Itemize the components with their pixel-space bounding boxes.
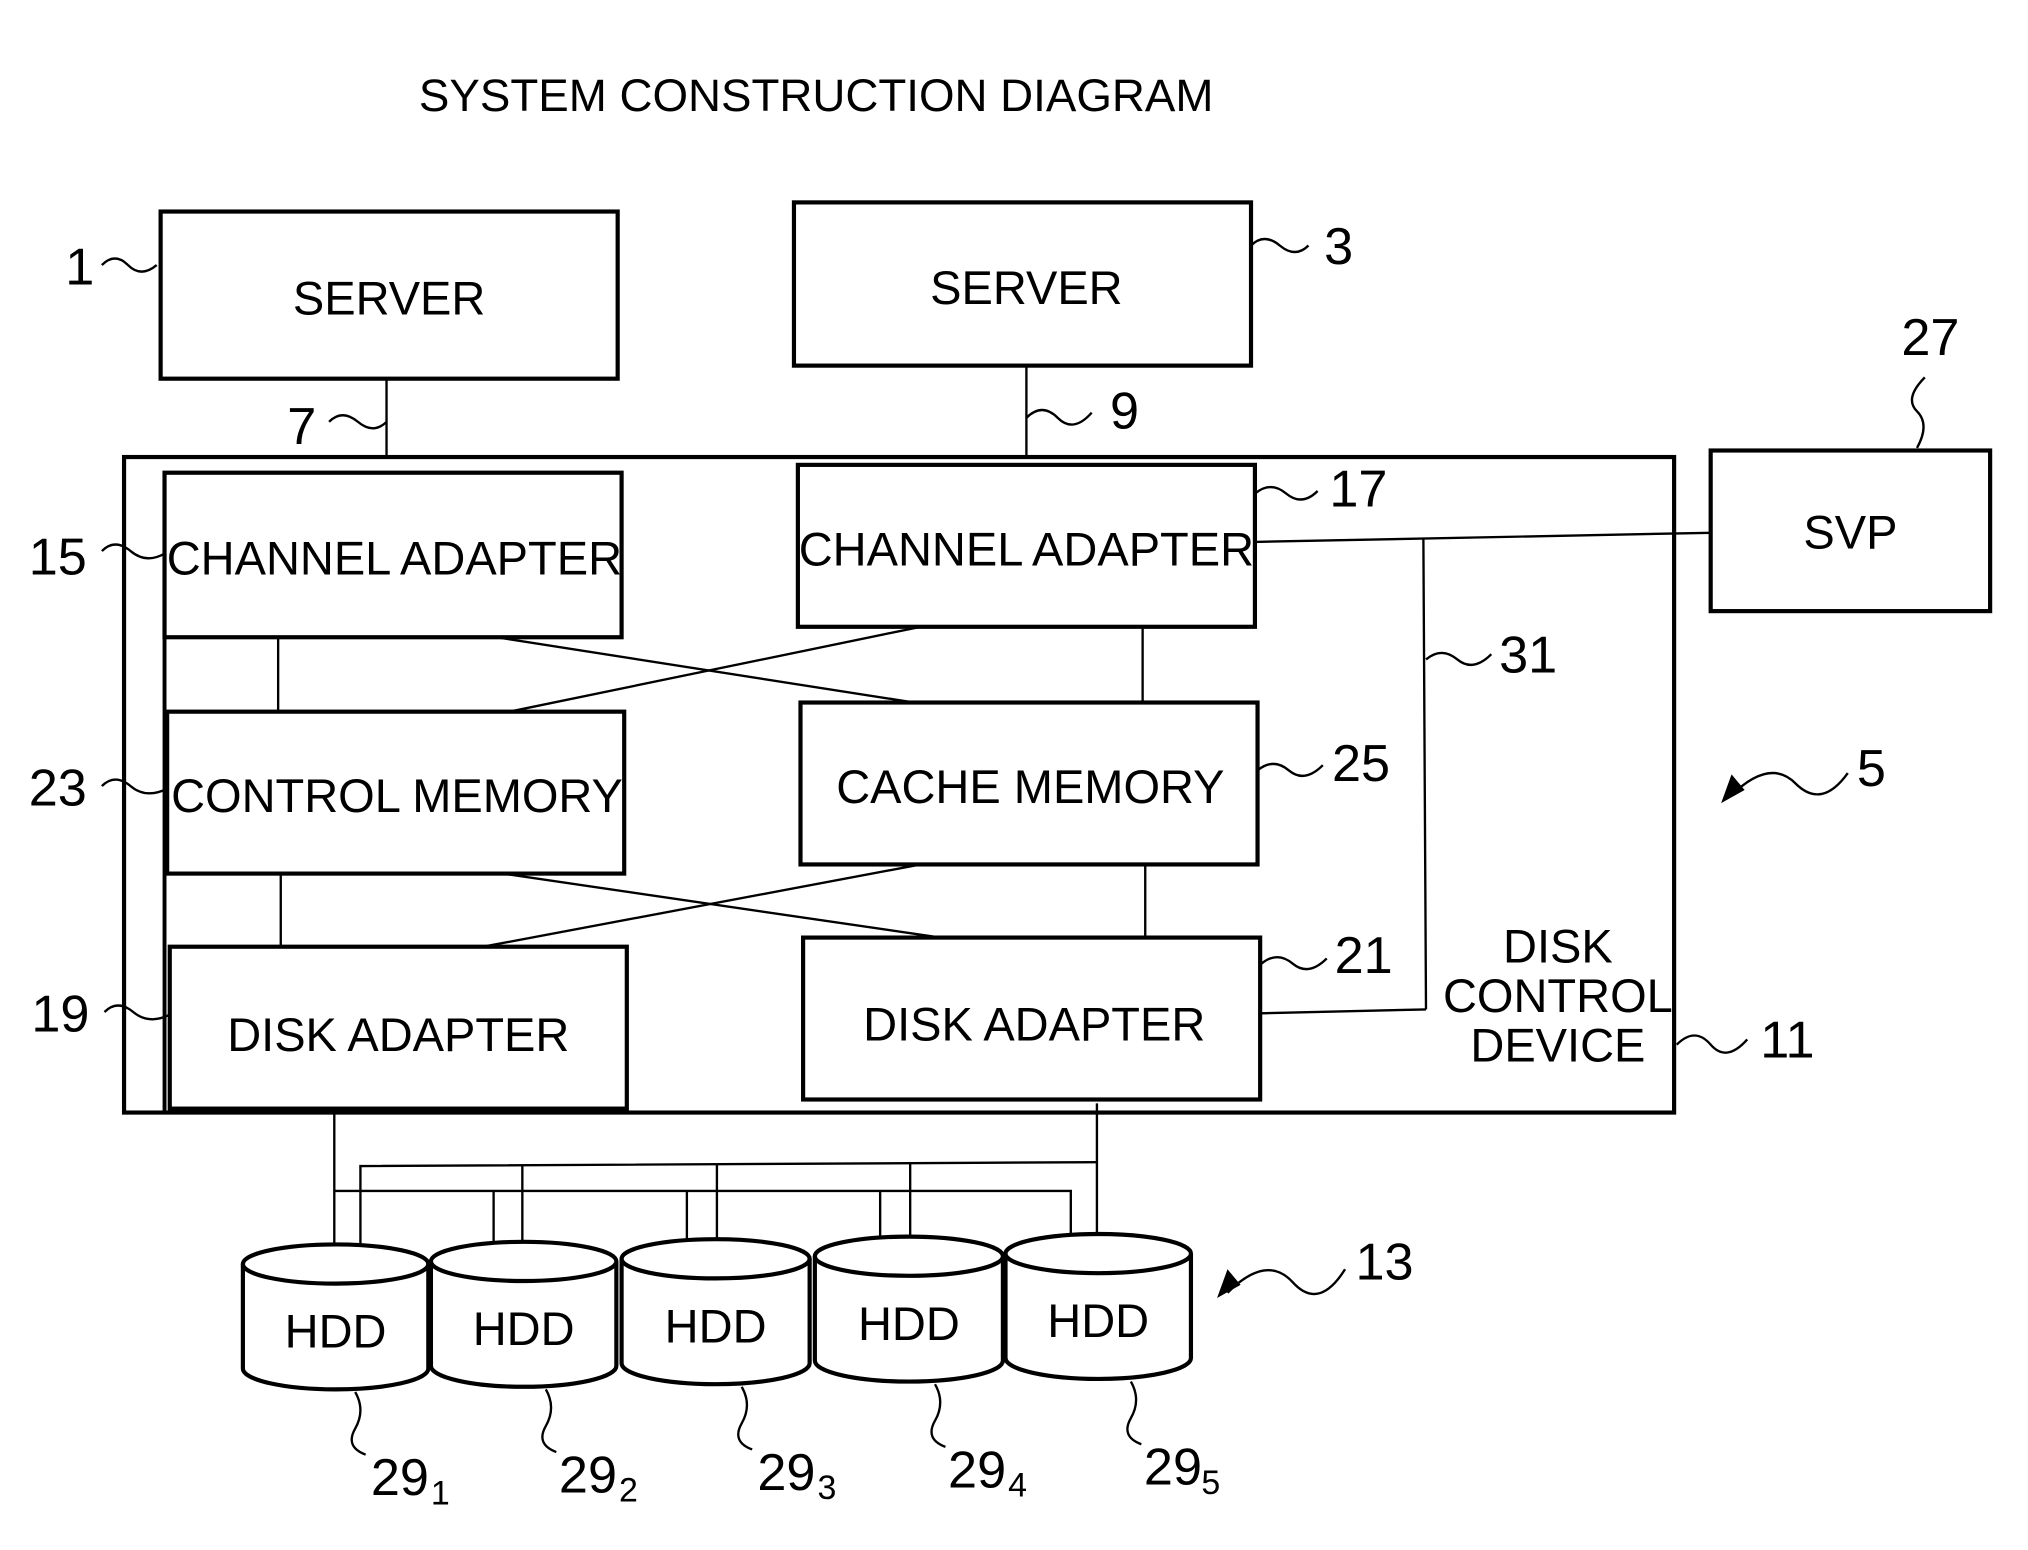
ref-11: 11 bbox=[1760, 1012, 1814, 1070]
disk-adapter-19-label: DISK ADAPTER bbox=[227, 1008, 569, 1061]
ref-27: 27 bbox=[1901, 309, 1959, 367]
diagram-title: SYSTEM CONSTRUCTION DIAGRAM bbox=[419, 70, 1214, 121]
diagram-canvas: SYSTEM CONSTRUCTION DIAGRAM SERVER 1 SER… bbox=[0, 0, 2028, 1550]
ref-leader-29-4 bbox=[930, 1383, 946, 1448]
svp-label: SVP bbox=[1803, 505, 1897, 558]
ref-leader-1 bbox=[101, 257, 158, 273]
ref-leader-7 bbox=[328, 414, 388, 430]
hdd-2-ref-sub: 2 bbox=[619, 1472, 638, 1510]
ref-5: 5 bbox=[1857, 740, 1886, 798]
hdd-2-ref: 29 bbox=[559, 1447, 617, 1505]
hdd-3-ref-sub: 3 bbox=[817, 1469, 836, 1507]
ref-3: 3 bbox=[1324, 218, 1353, 276]
ref-23: 23 bbox=[29, 760, 87, 818]
hdd-3: HDD 29 3 bbox=[619, 1237, 836, 1507]
hdd-3-label: HDD bbox=[665, 1299, 767, 1352]
ref-21: 21 bbox=[1335, 927, 1393, 985]
ref-19: 19 bbox=[31, 986, 89, 1044]
server-3-label: SERVER bbox=[930, 261, 1122, 314]
hdd-5-ref: 29 bbox=[1144, 1439, 1202, 1497]
ref-leader-29-5 bbox=[1126, 1380, 1142, 1446]
disk-adapter-21-label: DISK ADAPTER bbox=[863, 998, 1205, 1051]
hdd-4-ref-sub: 4 bbox=[1008, 1466, 1027, 1504]
ref-leader-5 bbox=[1729, 771, 1849, 798]
hdd-3-ref: 29 bbox=[757, 1444, 815, 1502]
hdd-5-label: HDD bbox=[1047, 1294, 1149, 1347]
ref-leader-29-3 bbox=[737, 1386, 753, 1451]
ref-31: 31 bbox=[1499, 626, 1557, 684]
ref-leader-27 bbox=[1910, 376, 1926, 449]
arrow-13-icon bbox=[1217, 1269, 1241, 1298]
ref-leader-29-2 bbox=[541, 1388, 557, 1454]
ref-7: 7 bbox=[287, 398, 316, 456]
hdd-2-label: HDD bbox=[473, 1302, 575, 1355]
cache-memory-label: CACHE MEMORY bbox=[836, 760, 1224, 813]
hdd-4: HDD 29 4 bbox=[812, 1234, 1027, 1504]
system-diagram: SYSTEM CONSTRUCTION DIAGRAM SERVER 1 SER… bbox=[29, 70, 1993, 1512]
hdd-1: HDD 29 1 bbox=[240, 1242, 450, 1512]
hdd-2: HDD 29 2 bbox=[428, 1239, 638, 1510]
ref-leader-3 bbox=[1250, 237, 1310, 254]
ref-leader-9 bbox=[1025, 408, 1093, 426]
hdd-1-ref: 29 bbox=[371, 1449, 429, 1507]
control-memory-label: CONTROL MEMORY bbox=[171, 769, 623, 822]
ref-17: 17 bbox=[1329, 461, 1387, 519]
hdd-1-ref-sub: 1 bbox=[431, 1474, 450, 1512]
hdd-4-label: HDD bbox=[858, 1297, 960, 1350]
ref-25: 25 bbox=[1332, 735, 1390, 793]
hdd-1-label: HDD bbox=[285, 1305, 387, 1358]
ref-13: 13 bbox=[1355, 1234, 1413, 1292]
channel-adapter-15-label: CHANNEL ADAPTER bbox=[167, 532, 622, 585]
arrow-5-icon bbox=[1721, 774, 1745, 804]
ref-9: 9 bbox=[1110, 382, 1139, 440]
disk-control-device-label-line-1: DISK bbox=[1503, 919, 1613, 972]
hdd-5: HDD 29 5 bbox=[1003, 1231, 1220, 1502]
hdd-5-ref-sub: 5 bbox=[1201, 1464, 1220, 1502]
channel-adapter-17-label: CHANNEL ADAPTER bbox=[799, 522, 1254, 575]
ref-leader-29-1 bbox=[350, 1391, 367, 1456]
ref-leader-11 bbox=[1675, 1034, 1749, 1054]
disk-control-device-label-line-3: DEVICE bbox=[1470, 1019, 1645, 1072]
disk-control-device-label-line-2: CONTROL bbox=[1443, 969, 1673, 1022]
hdd-4-ref: 29 bbox=[948, 1441, 1006, 1499]
ref-15: 15 bbox=[29, 529, 87, 587]
server-1-label: SERVER bbox=[293, 272, 485, 325]
ref-1: 1 bbox=[65, 239, 94, 297]
ref-leader-13 bbox=[1226, 1268, 1347, 1296]
